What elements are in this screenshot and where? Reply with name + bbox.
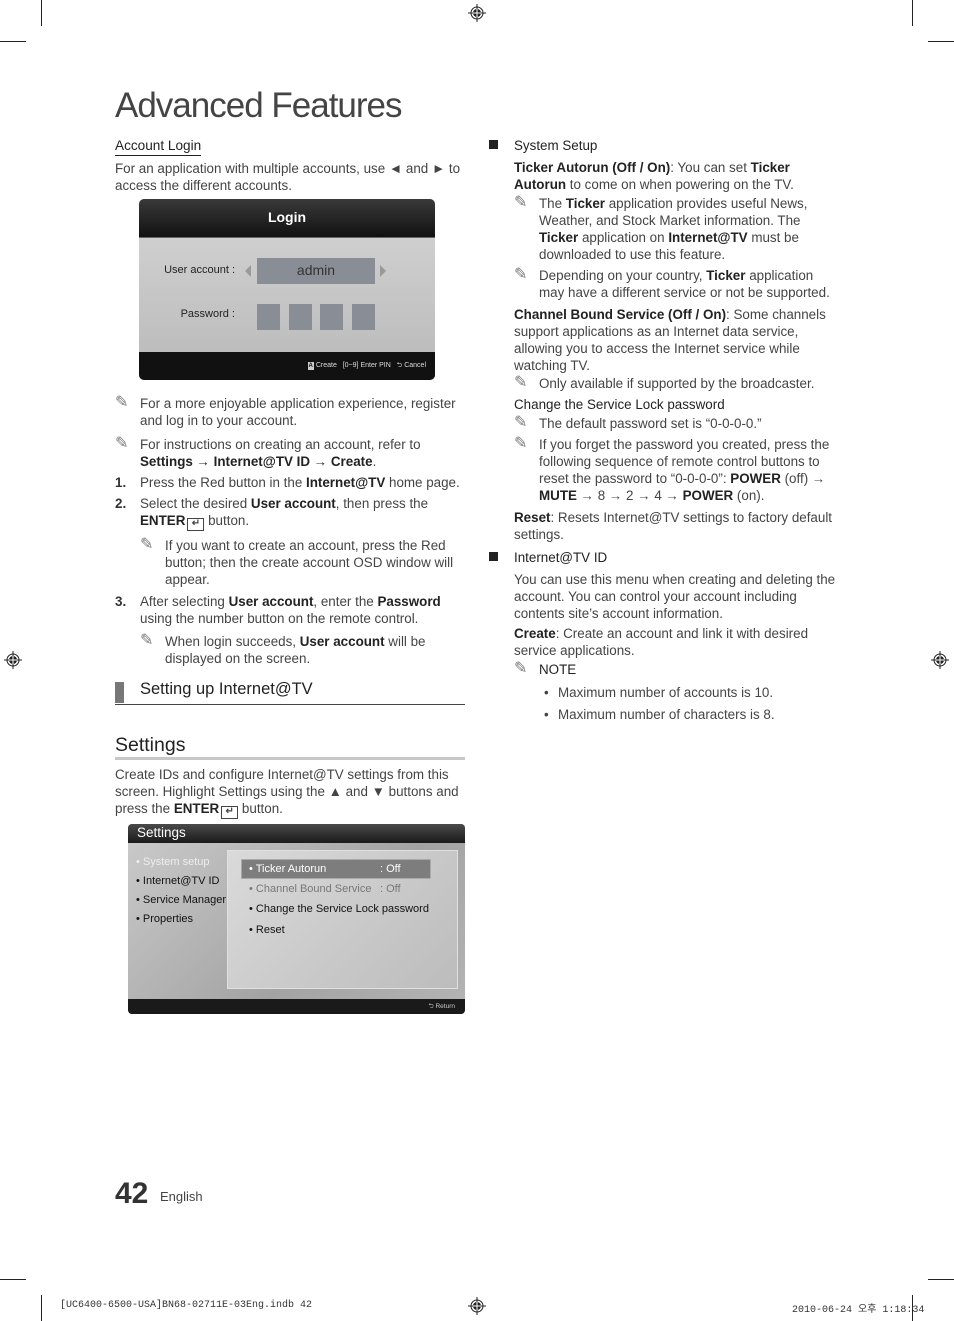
- settings-right-panel: • Ticker Autorun : Off • Channel Bound S…: [227, 850, 458, 989]
- note: ✎ For a more enjoyable application exper…: [115, 394, 456, 428]
- note: ✎ Only available if supported by the bro…: [514, 374, 815, 391]
- note: ✎ If you forget the password you created…: [514, 435, 830, 503]
- crop-mark: [41, 1295, 42, 1321]
- pencil-note-icon: ✎: [514, 435, 528, 452]
- internet-tv-id-intro: You can use this menu when creating and …: [514, 572, 836, 621]
- login-dialog-title: Login: [139, 199, 435, 238]
- user-account-selector[interactable]: admin: [257, 258, 375, 284]
- option-reset[interactable]: • Reset: [249, 921, 429, 939]
- pin-digit-1[interactable]: [257, 304, 280, 330]
- create-hint[interactable]: Create: [316, 362, 337, 369]
- arrow-left-icon[interactable]: [245, 265, 251, 277]
- account-login-section: Account Login For an application with mu…: [115, 137, 465, 194]
- section-divider: [115, 704, 465, 705]
- note: ✎ When login succeeds, User account will…: [140, 632, 426, 666]
- create-text: Create: Create an account and link it wi…: [514, 626, 809, 658]
- cancel-hint[interactable]: Cancel: [404, 362, 426, 369]
- option-ticker-autorun[interactable]: • Ticker Autorun : Off: [241, 859, 431, 879]
- internet-tv-id-heading: Internet@TV ID: [514, 550, 608, 565]
- registration-mark-icon: [931, 651, 949, 669]
- note: ✎ The Ticker application provides useful…: [514, 194, 808, 262]
- square-bullet-icon: [489, 552, 498, 561]
- settings-left-menu: • System setup • Internet@TV ID • Servic…: [136, 853, 226, 929]
- pencil-note-icon: ✎: [140, 632, 154, 649]
- internet-tv-id-block: Internet@TV ID You can use this menu whe…: [489, 549, 841, 723]
- ticker-autorun-text: Ticker Autorun (Off / On): You can set T…: [514, 160, 794, 192]
- crop-mark: [0, 41, 26, 42]
- channel-bound-service-text: Channel Bound Service (Off / On): Some c…: [514, 307, 826, 373]
- password-label: Password :: [180, 308, 235, 320]
- note: ✎ For instructions on creating an accoun…: [115, 435, 421, 469]
- note-bullet-list: Maximum number of accounts is 10. Maximu…: [544, 684, 841, 723]
- step-2: 2. Select the desired User account, then…: [115, 495, 465, 588]
- note: ✎ If you want to create an account, pres…: [140, 536, 454, 587]
- service-lock-heading: Change the Service Lock password: [514, 397, 725, 412]
- crop-mark: [0, 1279, 26, 1280]
- settings-intro: Create IDs and configure Internet@TV set…: [115, 767, 459, 819]
- step-3: 3. After selecting User account, enter t…: [115, 593, 465, 667]
- crop-mark: [928, 41, 954, 42]
- pin-digit-2[interactable]: [289, 304, 312, 330]
- settings-dialog-title: Settings: [128, 824, 465, 843]
- pencil-note-icon: ✎: [514, 414, 528, 431]
- menu-item-internet-tv-id[interactable]: • Internet@TV ID: [136, 872, 226, 891]
- pencil-note-icon: ✎: [115, 435, 129, 452]
- option-channel-bound-service[interactable]: • Channel Bound Service : Off: [249, 880, 429, 898]
- page-title: Advanced Features: [115, 86, 403, 125]
- account-login-intro: For an application with multiple account…: [115, 161, 461, 193]
- crop-mark: [912, 0, 913, 26]
- pencil-note-icon: ✎: [514, 194, 528, 211]
- registration-mark-icon: [4, 651, 22, 669]
- reset-text: Reset: Resets Internet@TV settings to fa…: [514, 510, 833, 542]
- system-setup-block: System Setup Ticker Autorun (Off / On): …: [489, 137, 841, 543]
- user-account-label: User account :: [164, 264, 235, 276]
- settings-dialog: Settings • System setup • Internet@TV ID…: [128, 824, 465, 1014]
- crop-mark: [928, 1279, 954, 1280]
- note: ✎ NOTE: [514, 660, 577, 677]
- account-login-notes: ✎ For a more enjoyable application exper…: [115, 394, 465, 667]
- system-setup-heading: System Setup: [514, 138, 598, 153]
- enter-icon: ↵: [221, 806, 239, 819]
- section-title: Setting up Internet@TV: [140, 680, 313, 698]
- list-item: Maximum number of accounts is 10.: [544, 684, 841, 701]
- pencil-note-icon: ✎: [514, 374, 528, 391]
- registration-mark-icon: [468, 1297, 486, 1315]
- a-key-icon: A: [307, 362, 314, 370]
- page-language: English: [160, 1189, 203, 1204]
- right-column: System Setup Ticker Autorun (Off / On): …: [489, 137, 841, 728]
- print-slug-right: 2010-06-24 오후 1:18:34: [792, 1305, 925, 1316]
- list-item: Maximum number of characters is 8.: [544, 706, 841, 723]
- menu-item-system-setup[interactable]: • System setup: [136, 853, 226, 872]
- arrow-right-icon[interactable]: [380, 265, 386, 277]
- return-icon: ⮌: [396, 362, 403, 369]
- registration-mark-icon: [468, 4, 486, 22]
- option-change-service-lock-password[interactable]: • Change the Service Lock password: [249, 900, 449, 918]
- login-dialog: Login User account : admin Password : AC…: [139, 199, 435, 380]
- step-1: 1. Press the Red button in the Internet@…: [115, 475, 460, 490]
- return-icon: ⮌: [428, 1003, 434, 1010]
- note: ✎ Depending on your country, Ticker appl…: [514, 266, 830, 300]
- crop-mark: [41, 0, 42, 26]
- login-dialog-footer: A Create [0~9] Enter PIN ⮌ Cancel: [139, 352, 435, 380]
- menu-item-properties[interactable]: • Properties: [136, 910, 226, 929]
- print-slug-left: [UC6400-6500-USA]BN68-02711E-03Eng.indb …: [60, 1300, 313, 1311]
- settings-dialog-footer: ⮌ Return: [128, 999, 465, 1014]
- pencil-note-icon: ✎: [514, 660, 528, 677]
- note: ✎ The default password set is “0-0-0-0.”: [514, 414, 762, 431]
- enter-pin-hint: [0~9] Enter PIN: [342, 362, 391, 369]
- square-bullet-icon: [489, 140, 498, 149]
- pencil-note-icon: ✎: [115, 394, 129, 411]
- pencil-note-icon: ✎: [140, 536, 154, 553]
- pencil-note-icon: ✎: [514, 266, 528, 283]
- pin-digit-4[interactable]: [352, 304, 375, 330]
- section-marker: [115, 682, 124, 703]
- page-number: 42: [115, 1177, 149, 1210]
- settings-heading: Settings: [115, 734, 186, 756]
- return-hint[interactable]: Return: [435, 1003, 455, 1010]
- enter-icon: ↵: [187, 518, 205, 531]
- account-login-heading: Account Login: [115, 137, 202, 156]
- settings-divider: [115, 757, 465, 760]
- pin-digit-3[interactable]: [320, 304, 343, 330]
- menu-item-service-manager[interactable]: • Service Manager: [136, 891, 226, 910]
